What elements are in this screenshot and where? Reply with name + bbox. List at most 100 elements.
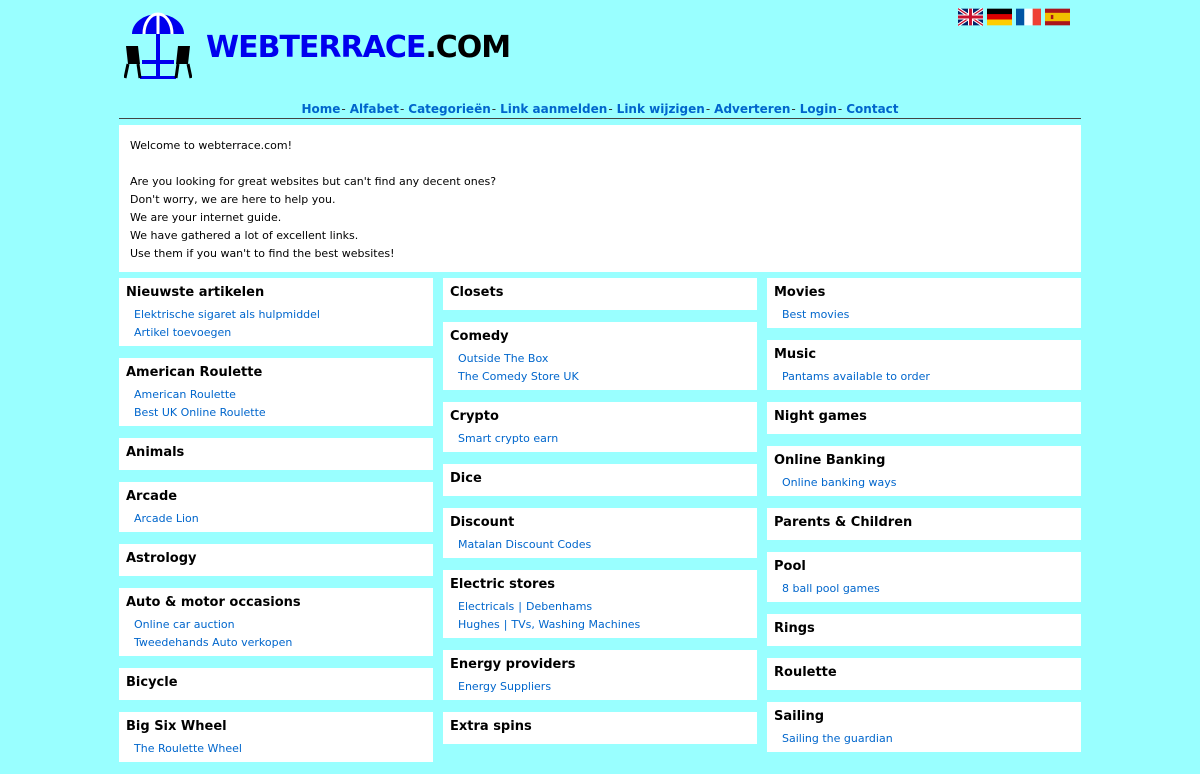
category-title[interactable]: Electric stores [450,574,750,596]
category-title[interactable]: Parents & Children [774,512,1074,534]
nav-link-contact[interactable]: Contact [846,102,898,116]
welcome-line: Use them if you wan't to find the best w… [130,247,395,260]
list-item: Hughes | TVs, Washing Machines [458,616,750,634]
category-column-2: Closets Comedy Outside The Box The Comedy S… [443,278,757,756]
category-link[interactable]: American Roulette [134,388,236,401]
category-link[interactable]: The Roulette Wheel [134,742,242,755]
list-item: Online car auction [134,616,426,634]
category-box-dice: Dice [443,464,757,496]
category-link[interactable]: Outside The Box [458,352,548,365]
spain-flag-icon[interactable] [1045,8,1070,26]
category-box-auto-and-motor-occasions: Auto & motor occasions Online car auction… [119,588,433,656]
category-link[interactable]: Smart crypto earn [458,432,558,445]
category-link-list: Matalan Discount Codes [450,536,750,554]
category-link[interactable]: Artikel toevoegen [134,326,231,339]
nav-link-categorie-n[interactable]: Categorieën [408,102,490,116]
category-link-list: The Roulette Wheel [126,740,426,758]
category-title[interactable]: Auto & motor occasions [126,592,426,614]
category-box-energy-providers: Energy providers Energy Suppliers [443,650,757,700]
site-name[interactable]: WEBTERRACE.COM [206,28,511,68]
category-box-bicycle: Bicycle [119,668,433,700]
category-link-list: Online car auction Tweedehands Auto verko… [126,616,426,652]
nav-separator: - [837,102,843,116]
category-link[interactable]: Arcade Lion [134,512,199,525]
category-title[interactable]: Pool [774,556,1074,578]
category-title[interactable]: Animals [126,442,426,464]
france-flag-icon[interactable] [1016,8,1041,26]
list-item: Smart crypto earn [458,430,750,448]
category-title[interactable]: Music [774,344,1074,366]
category-link-list: Elektrische sigaret als hulpmiddel Artike… [126,306,426,342]
nav-link-link-aanmelden[interactable]: Link aanmelden [500,102,607,116]
category-link[interactable]: Pantams available to order [782,370,930,383]
category-title[interactable]: Night games [774,406,1074,428]
nav-separator: - [791,102,796,116]
category-title[interactable]: Dice [450,468,750,490]
nav-separator: - [608,102,613,116]
category-box-american-roulette: American Roulette American Roulette Best U… [119,358,433,426]
list-item: Pantams available to order [782,368,1074,386]
category-link[interactable]: Tweedehands Auto verkopen [134,636,292,649]
category-column-3: Movies Best movies Music Pantams available … [767,278,1081,764]
welcome-line: Welcome to webterrace.com! [130,139,292,152]
nav-separator: - [491,102,497,116]
language-selector [958,8,1070,26]
list-item: The Roulette Wheel [134,740,426,758]
category-title[interactable]: Discount [450,512,750,534]
category-title[interactable]: Movies [774,282,1074,304]
category-link[interactable]: Electricals [458,600,514,613]
category-box-extra-spins: Extra spins [443,712,757,744]
category-link[interactable]: Online car auction [134,618,235,631]
nav-separator: - [341,102,346,116]
category-link[interactable]: The Comedy Store UK [458,370,579,383]
category-link[interactable]: Online banking ways [782,476,897,489]
list-item: Energy Suppliers [458,678,750,696]
category-link-list: Electricals | Debenhams Hughes | TVs, Washing… [450,598,750,634]
germany-flag-icon[interactable] [987,8,1012,26]
list-item: Elektrische sigaret als hulpmiddel [134,306,426,324]
category-title[interactable]: Nieuwste artikelen [126,282,426,304]
category-title[interactable]: Bicycle [126,672,426,694]
category-title[interactable]: American Roulette [126,362,426,384]
category-box-rings: Rings [767,614,1081,646]
category-box-electric-stores: Electric stores Electricals | Debenhams Hugh… [443,570,757,638]
category-box-discount: Discount Matalan Discount Codes [443,508,757,558]
site-name-tld: .COM [425,30,511,65]
main-navigation: Home- Alfabet- Categorieën- Link aanmelden-… [119,100,1081,119]
category-title[interactable]: Online Banking [774,450,1074,472]
uk-flag-icon[interactable] [958,8,983,26]
nav-link-adverteren[interactable]: Adverteren [714,102,790,116]
nav-link-alfabet[interactable]: Alfabet [350,102,399,116]
category-link[interactable]: Sailing the guardian [782,732,893,745]
category-title[interactable]: Roulette [774,662,1074,684]
category-title[interactable]: Closets [450,282,750,304]
category-link[interactable]: Energy Suppliers [458,680,551,693]
category-title[interactable]: Astrology [126,548,426,570]
category-link[interactable]: TVs, Washing Machines [511,618,640,631]
terrace-umbrella-icon [124,12,192,79]
category-link[interactable]: Matalan Discount Codes [458,538,591,551]
category-title[interactable]: Sailing [774,706,1074,728]
category-title[interactable]: Crypto [450,406,750,428]
category-link[interactable]: Elektrische sigaret als hulpmiddel [134,308,320,321]
category-box-arcade: Arcade Arcade Lion [119,482,433,532]
category-link[interactable]: Debenhams [526,600,592,613]
category-link[interactable]: Best UK Online Roulette [134,406,266,419]
category-title[interactable]: Rings [774,618,1074,640]
category-link-list: 8 ball pool games [774,580,1074,598]
category-title[interactable]: Energy providers [450,654,750,676]
category-title[interactable]: Arcade [126,486,426,508]
welcome-line: Don't worry, we are here to help you. [130,193,336,206]
category-link[interactable]: Best movies [782,308,849,321]
category-box-big-six-wheel: Big Six Wheel The Roulette Wheel [119,712,433,762]
category-link[interactable]: Hughes [458,618,500,631]
nav-link-login[interactable]: Login [800,102,837,116]
nav-link-home[interactable]: Home [301,102,340,116]
category-title[interactable]: Comedy [450,326,750,348]
category-box-parents-and-children: Parents & Children [767,508,1081,540]
category-link[interactable]: 8 ball pool games [782,582,880,595]
category-title[interactable]: Big Six Wheel [126,716,426,738]
category-title[interactable]: Extra spins [450,716,750,738]
site-logo[interactable] [124,12,192,82]
nav-link-link-wijzigen[interactable]: Link wijzigen [617,102,705,116]
